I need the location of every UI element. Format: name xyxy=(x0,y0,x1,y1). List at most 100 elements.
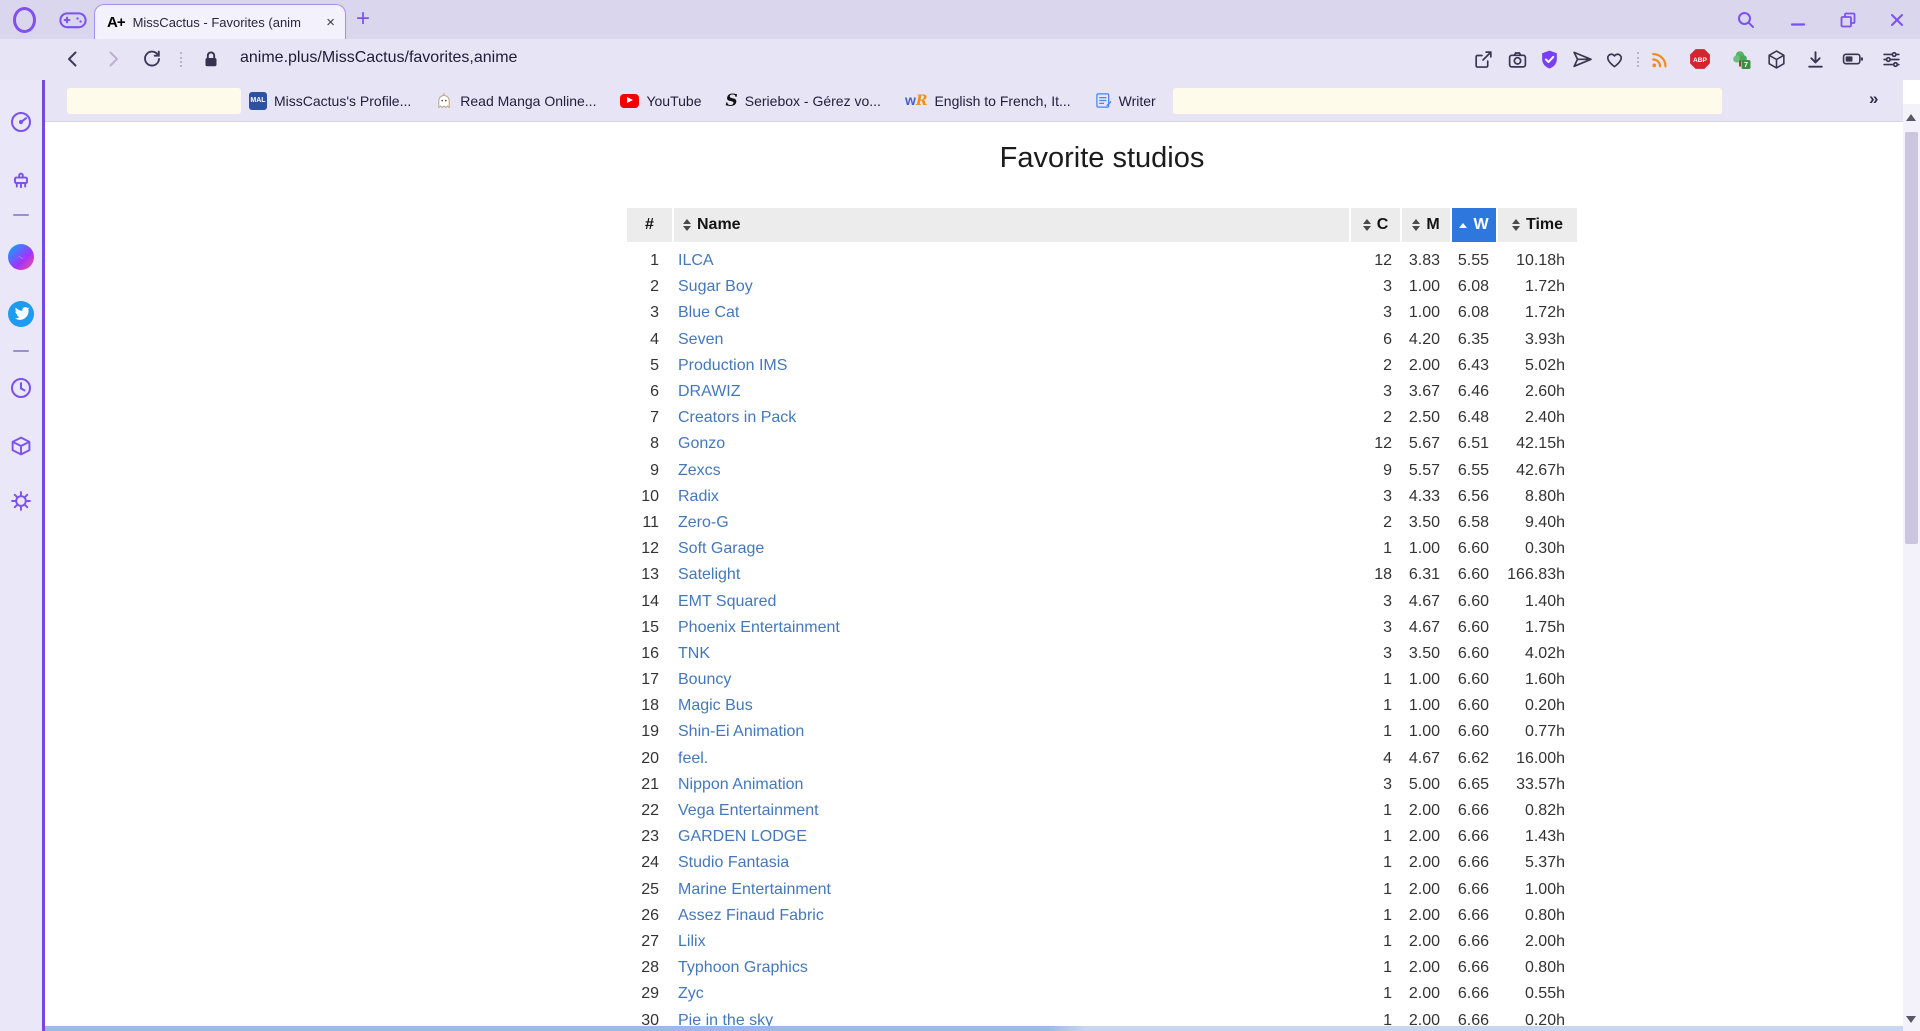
cell-time: 0.80h xyxy=(1524,959,1565,977)
browser-tab[interactable]: A+ MissCactus - Favorites (anim × xyxy=(94,4,346,39)
studio-link[interactable]: Vega Entertainment xyxy=(678,802,819,819)
studio-link[interactable]: Creators in Pack xyxy=(678,409,796,426)
screenshot-camera-icon[interactable] xyxy=(1506,48,1528,70)
history-clock-icon[interactable] xyxy=(9,376,33,400)
cell-w: 6.66 xyxy=(1457,906,1489,924)
studio-link[interactable]: Shin-Ei Animation xyxy=(678,723,804,740)
ghost-favicon xyxy=(435,92,453,110)
scroll-down-arrow-icon[interactable] xyxy=(1906,1016,1916,1023)
twitter-icon[interactable] xyxy=(8,301,34,327)
share-icon[interactable] xyxy=(1472,48,1494,70)
studio-link[interactable]: Zyc xyxy=(678,985,704,1002)
sidebar: ••• xyxy=(0,80,42,1031)
search-icon[interactable] xyxy=(1735,9,1757,31)
studio-link[interactable]: Satelight xyxy=(678,566,740,583)
studio-link[interactable]: EMT Squared xyxy=(678,593,776,610)
bookmark-writer[interactable]: Writer xyxy=(1095,92,1156,109)
bookmarks-overflow-chevron[interactable]: » xyxy=(1869,89,1878,109)
downloads-icon[interactable] xyxy=(1804,48,1826,70)
studio-link[interactable]: DRAWIZ xyxy=(678,383,741,400)
vpn-shield-icon[interactable] xyxy=(1538,48,1560,70)
studio-link[interactable]: Phoenix Entertainment xyxy=(678,619,840,636)
studio-link[interactable]: Gonzo xyxy=(678,435,725,452)
speed-dial-icon[interactable] xyxy=(9,110,33,134)
scroll-up-arrow-icon[interactable] xyxy=(1906,114,1916,121)
close-window-icon[interactable] xyxy=(1886,9,1908,31)
studio-link[interactable]: Bouncy xyxy=(678,671,731,688)
studio-link[interactable]: TNK xyxy=(678,645,710,662)
messenger-icon[interactable] xyxy=(8,244,34,270)
bookmark-seriebox[interactable]: S Seriebox - Gérez vo... xyxy=(725,92,880,110)
column-header-name[interactable]: Name xyxy=(674,208,1349,242)
table-row: 12 Soft Garage 1 1.00 6.60 0.30h xyxy=(627,536,1577,562)
send-flow-icon[interactable] xyxy=(1570,48,1592,70)
back-icon[interactable] xyxy=(62,48,84,70)
studio-link[interactable]: Soft Garage xyxy=(678,540,764,557)
studio-link[interactable]: Sugar Boy xyxy=(678,278,753,295)
column-header-w-sorted[interactable]: W xyxy=(1452,208,1496,242)
table-row: 22 Vega Entertainment 1 2.00 6.66 0.82h xyxy=(627,798,1577,824)
bookmark-misscactus-profile[interactable]: MAL MissCactus's Profile... xyxy=(249,91,411,110)
tune-settings-icon[interactable] xyxy=(1880,48,1902,70)
studio-link[interactable]: Marine Entertainment xyxy=(678,881,831,898)
lock-icon[interactable] xyxy=(200,48,222,70)
studio-link[interactable]: Blue Cat xyxy=(678,304,739,321)
bookmark-wordreference[interactable]: wR English to French, It... xyxy=(905,91,1071,110)
table-row: 15 Phoenix Entertainment 3 4.67 6.60 1.75h xyxy=(627,615,1577,641)
restore-icon[interactable] xyxy=(1837,9,1859,31)
adblock-icon[interactable]: ABP xyxy=(1689,48,1711,70)
studio-link[interactable]: Magic Bus xyxy=(678,697,753,714)
cleaner-icon[interactable] xyxy=(9,168,33,192)
cell-c: 3 xyxy=(1383,278,1392,296)
cell-m: 2.00 xyxy=(1408,880,1440,898)
cell-c: 12 xyxy=(1374,435,1392,453)
vertical-scrollbar[interactable] xyxy=(1903,104,1920,1031)
studio-link[interactable]: Assez Finaud Fabric xyxy=(678,907,824,924)
tab-close-icon[interactable]: × xyxy=(326,15,335,30)
studio-link[interactable]: Lilix xyxy=(678,933,706,950)
battery-icon[interactable] xyxy=(1842,48,1864,70)
cell-w: 6.66 xyxy=(1457,880,1489,898)
new-tab-button[interactable]: + xyxy=(356,6,370,32)
opera-menu-icon[interactable] xyxy=(13,7,36,33)
cell-m: 3.83 xyxy=(1408,252,1440,270)
column-header-time[interactable]: Time xyxy=(1498,208,1577,242)
cell-name: Vega Entertainment xyxy=(674,802,1349,820)
settings-gear-icon[interactable] xyxy=(9,489,33,513)
studio-link[interactable]: Zero-G xyxy=(678,514,729,531)
column-header-c[interactable]: C xyxy=(1351,208,1400,242)
sidebar-divider xyxy=(13,214,29,216)
studio-link[interactable]: Nippon Animation xyxy=(678,776,803,793)
studio-link[interactable]: GARDEN LODGE xyxy=(678,828,807,845)
rss-icon[interactable] xyxy=(1648,48,1670,70)
studio-link[interactable]: ILCA xyxy=(678,252,714,269)
extensions-box-icon[interactable] xyxy=(9,434,33,458)
cell-c: 1 xyxy=(1383,906,1392,924)
extensions-cube-icon[interactable] xyxy=(1765,48,1787,70)
bookmark-read-manga[interactable]: Read Manga Online... xyxy=(435,92,596,110)
studio-link[interactable]: Typhoon Graphics xyxy=(678,959,808,976)
cell-rank: 19 xyxy=(641,723,659,741)
favorites-heart-icon[interactable] xyxy=(1603,48,1625,70)
studio-link[interactable]: feel. xyxy=(678,750,708,767)
studio-link[interactable]: Zexcs xyxy=(678,462,721,479)
studio-link[interactable]: Radix xyxy=(678,488,719,505)
cell-rank: 21 xyxy=(641,775,659,793)
forward-icon[interactable] xyxy=(102,48,124,70)
minimize-icon[interactable] xyxy=(1787,9,1809,31)
tree-extension-icon[interactable]: 7 xyxy=(1730,48,1752,70)
address-toolbar: anime.plus/MissCactus/favorites,anime AB… xyxy=(0,39,1920,80)
cell-m: 2.00 xyxy=(1408,932,1440,950)
cell-name: Magic Bus xyxy=(674,697,1349,715)
cell-name: Assez Finaud Fabric xyxy=(674,907,1349,925)
cell-c: 3 xyxy=(1383,775,1392,793)
gamepad-icon[interactable] xyxy=(58,8,88,32)
studio-link[interactable]: Production IMS xyxy=(678,357,787,374)
studio-link[interactable]: Studio Fantasia xyxy=(678,854,789,871)
column-header-m[interactable]: M xyxy=(1402,208,1450,242)
scrollbar-thumb[interactable] xyxy=(1905,132,1918,544)
bookmark-youtube[interactable]: YouTube xyxy=(620,93,701,109)
studio-link[interactable]: Seven xyxy=(678,331,723,348)
url-field[interactable]: anime.plus/MissCactus/favorites,anime xyxy=(240,49,517,67)
reload-icon[interactable] xyxy=(141,48,163,70)
